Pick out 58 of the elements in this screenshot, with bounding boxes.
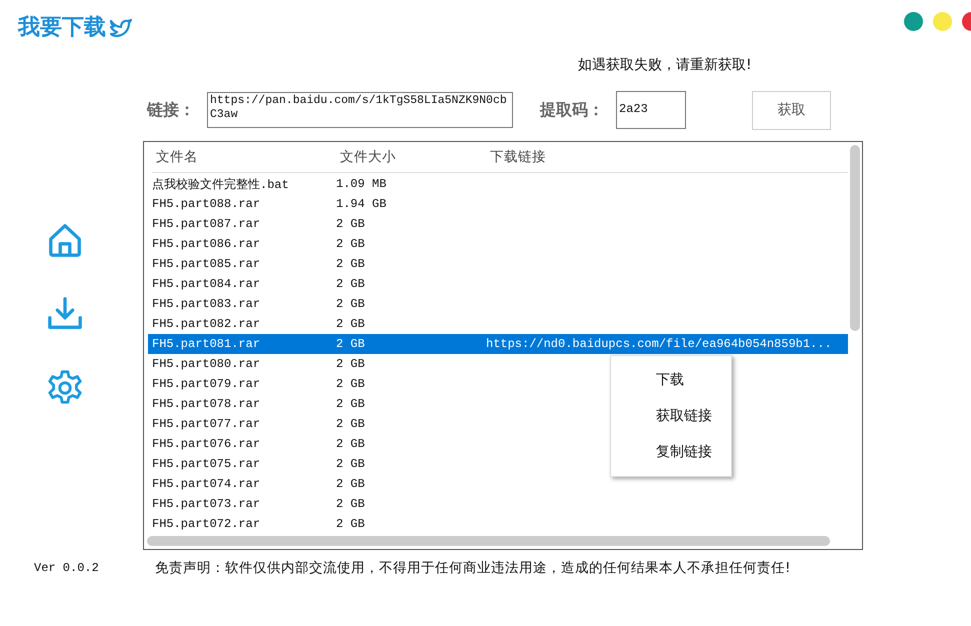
file-size: 2 GB xyxy=(336,237,366,251)
file-name: FH5.part076.rar xyxy=(151,437,262,451)
app-title: 我要下载 xyxy=(18,14,106,42)
file-size: 2 GB xyxy=(336,417,366,431)
file-size: 2 GB xyxy=(336,497,366,511)
file-name: FH5.part079.rar xyxy=(151,377,262,391)
horizontal-scrollbar[interactable] xyxy=(147,536,830,546)
file-size: 2 GB xyxy=(336,397,366,411)
file-size: 2 GB xyxy=(336,337,366,351)
column-header[interactable]: 下载链接 xyxy=(490,148,848,166)
menu-item[interactable]: 获取链接 xyxy=(656,407,712,425)
file-name: FH5.part084.rar xyxy=(151,277,262,291)
download-link: https://nd0.baidupcs.com/file/ea964b054n859b1... xyxy=(486,337,833,351)
file-name: FH5.part078.rar xyxy=(151,397,262,411)
file-name: FH5.part075.rar xyxy=(151,457,262,471)
vertical-scrollbar[interactable] xyxy=(850,145,860,331)
file-size: 2 GB xyxy=(336,217,366,231)
column-header[interactable]: 文件名 xyxy=(152,148,340,166)
file-size: 1.09 MB xyxy=(336,177,388,191)
window-dot[interactable] xyxy=(904,12,923,31)
file-size: 2 GB xyxy=(336,357,366,371)
file-size: 2 GB xyxy=(336,457,366,471)
file-size: 2 GB xyxy=(336,277,366,291)
file-size: 2 GB xyxy=(336,257,366,271)
file-name: FH5.part083.rar xyxy=(151,297,262,311)
file-size: 2 GB xyxy=(336,477,366,491)
column-header[interactable]: 文件大小 xyxy=(340,148,490,166)
file-name: FH5.part077.rar xyxy=(151,417,262,431)
home-icon[interactable] xyxy=(46,221,84,259)
file-size: 2 GB xyxy=(336,317,366,331)
file-size: 1.94 GB xyxy=(336,197,388,211)
file-name: FH5.part086.rar xyxy=(151,237,262,251)
file-name: FH5.part073.rar xyxy=(151,497,262,511)
file-size: 2 GB xyxy=(336,517,366,531)
notice-text: 如遇获取失败，请重新获取! xyxy=(578,56,752,74)
file-name: FH5.part082.rar xyxy=(151,317,262,331)
fetch-button[interactable]: 获取 xyxy=(752,90,831,130)
code-field[interactable]: 2a23 xyxy=(616,91,686,129)
file-name: FH5.part087.rar xyxy=(151,217,262,231)
menu-item[interactable]: 复制链接 xyxy=(656,443,712,461)
file-size: 2 GB xyxy=(336,297,366,311)
code-label: 提取码： xyxy=(540,100,605,120)
file-name: FH5.part074.rar xyxy=(151,477,262,491)
file-name: FH5.part072.rar xyxy=(151,517,262,531)
version-label: Ver 0.0.2 xyxy=(34,561,100,575)
menu-item[interactable]: 下载 xyxy=(656,371,684,389)
file-name: FH5.part081.rar xyxy=(151,337,262,351)
link-label: 链接： xyxy=(147,100,196,120)
file-name: 点我校验文件完整性.bat xyxy=(151,176,290,192)
file-size: 2 GB xyxy=(336,437,366,451)
selected-row[interactable]: FH5.part081.rar 2 GB https://nd0.baidupcs.com/file/ea964b054n859b1... xyxy=(148,334,848,354)
link-field[interactable]: https://pan.baidu.com/s/1kTgS58LIa5NZK9N0cbC3aw xyxy=(207,92,513,128)
disclaimer-text: 免责声明：软件仅供内部交流使用，不得用于任何商业违法用途，造成的任何结果本人不承担任何责任! xyxy=(155,559,790,577)
file-name: FH5.part085.rar xyxy=(151,257,262,271)
file-size: 2 GB xyxy=(336,377,366,391)
window-dot[interactable] xyxy=(933,12,952,31)
file-name: FH5.part080.rar xyxy=(151,357,262,371)
file-name: FH5.part088.rar xyxy=(151,197,262,211)
